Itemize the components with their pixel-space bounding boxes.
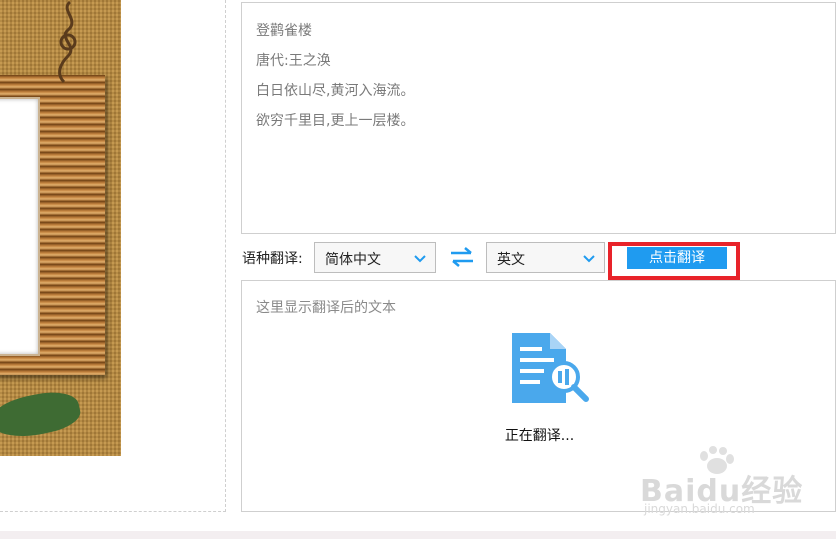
source-language-select[interactable]: 简体中文 bbox=[314, 242, 436, 273]
image-frame-inner bbox=[0, 97, 40, 356]
source-text-area[interactable]: 登鹳雀楼 唐代:王之涣 白日依山尽,黄河入海流。 欲穷千里目,更上一层楼。 bbox=[241, 2, 836, 234]
source-line: 登鹳雀楼 bbox=[256, 23, 312, 39]
preview-image bbox=[0, 0, 121, 456]
document-search-icon bbox=[512, 333, 589, 403]
watermark-url: jingyan.baidu.com bbox=[644, 502, 755, 516]
source-line: 唐代:王之涣 bbox=[256, 53, 331, 69]
translate-toolbar: 语种翻译: 简体中文 英文 点击翻译 bbox=[241, 240, 836, 276]
source-line: 欲穷千里目,更上一层楼。 bbox=[256, 113, 415, 129]
target-language-value: 英文 bbox=[497, 252, 525, 268]
swap-languages-icon[interactable] bbox=[449, 247, 475, 267]
translating-status: 正在翻译... bbox=[504, 428, 575, 444]
chevron-down-icon bbox=[414, 255, 426, 263]
image-preview-panel bbox=[0, 0, 226, 512]
language-label: 语种翻译: bbox=[242, 251, 303, 267]
source-line: 白日依山尽,黄河入海流。 bbox=[256, 83, 415, 99]
result-placeholder: 这里显示翻译后的文本 bbox=[256, 300, 396, 316]
watermark: Baidu经验 jingyan.baidu.com bbox=[640, 444, 810, 524]
chevron-down-icon bbox=[583, 255, 595, 263]
source-language-value: 简体中文 bbox=[325, 252, 381, 268]
bottom-strip bbox=[0, 531, 836, 539]
highlight-annotation bbox=[608, 242, 740, 280]
target-language-select[interactable]: 英文 bbox=[486, 242, 605, 273]
hook-icon bbox=[58, 0, 77, 84]
